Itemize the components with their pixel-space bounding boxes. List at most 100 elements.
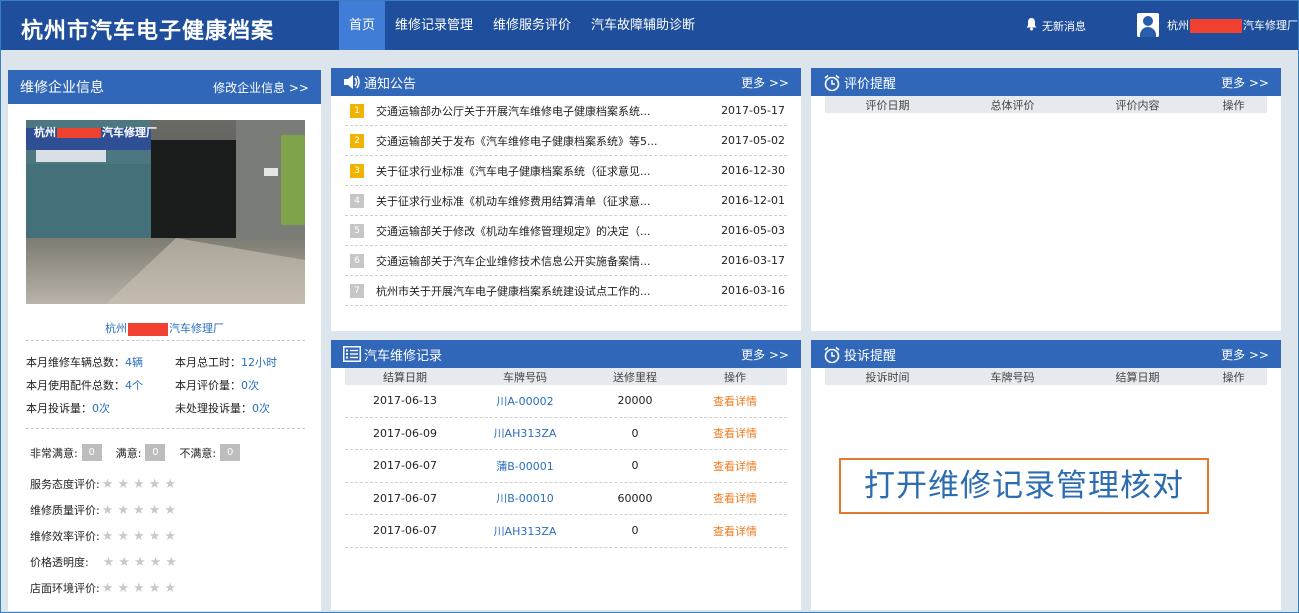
list-icon [343,346,361,362]
star-icon: ★ [148,476,161,492]
star-rating: ★ ★ ★ ★ ★ [102,529,176,544]
star-rating: ★ ★ ★ ★ ★ [103,555,177,570]
stat-monthly-hours: 本月总工时：12小时 [175,356,277,369]
star-icon: ★ [133,502,145,518]
user-avatar-icon [1137,13,1159,37]
complaint-title: 投诉提醒 [844,348,897,364]
company-panel-title: 维修企业信息 [20,80,104,96]
view-detail-link[interactable]: 查看详情 [685,490,785,506]
notice-rank-badge: 3 [350,163,364,178]
table-row: 2017-06-07 蒲B-00001 0 查看详情 [345,450,787,483]
notice-date: 2016-03-16 [721,284,785,297]
star-icon: ★ [164,528,176,544]
notice-rank-badge: 5 [350,223,364,238]
review-panel-header: 评价提醒 更多 >> [811,68,1281,96]
main-content: 维修企业信息 修改企业信息 >> 杭州 汽车修理厂 杭州 汽车修理厂 本月维修车… [1,50,1298,612]
annotation-callout: 打开维修记录管理核对 [839,458,1209,514]
star-icon: ★ [101,476,114,492]
redaction-mark [57,128,101,138]
rating-price-transparency: 价格透明度: ★ ★ ★ ★ ★ [30,554,177,570]
rating-repair-efficiency: 维修效率评价: ★ ★ ★ ★ ★ [30,528,176,544]
notice-list: 1 交通运输部办公厅关于开展汽车维修电子健康档案系统... 2017-05-17 2… [345,96,787,306]
company-name: 杭州 汽车修理厂 [105,322,224,336]
repair-panel-header: 汽车维修记录 更多 >> [331,340,801,368]
stat-monthly-complaints: 本月投诉量：0次 [26,402,110,415]
complaint-panel-header: 投诉提醒 更多 >> [811,340,1281,368]
star-icon: ★ [133,528,145,544]
notice-item[interactable]: 4 关于征求行业标准《机动车维修费用结算清单（征求意... 2016-12-01 [345,186,787,216]
notice-panel-header: 通知公告 更多 >> [331,68,801,96]
view-detail-link[interactable]: 查看详情 [685,523,785,539]
stat-pending-complaints: 未处理投诉量：0次 [175,402,270,415]
unsatisfied-count: 0 [220,444,241,461]
redaction-mark [128,322,168,336]
notice-item[interactable]: 5 交通运输部关于修改《机动车维修管理规定》的决定（... 2016-05-03 [345,216,787,246]
complaint-table-header: 投诉时间 车牌号码 结算日期 操作 [825,368,1267,385]
nav-repair-records[interactable]: 维修记录管理 [385,1,483,50]
nav-fault-diagnosis[interactable]: 汽车故障辅助诊断 [581,1,705,50]
notice-rank-badge: 2 [350,133,364,148]
star-icon: ★ [148,580,161,596]
rating-service-attitude: 服务态度评价: ★ ★ ★ ★ ★ [30,476,176,492]
notice-date: 2016-03-17 [721,254,785,267]
notice-text: 关于征求行业标准《汽车电子健康档案系统（征求意见... [376,164,651,178]
notice-panel: 通知公告 更多 >> 1 交通运输部办公厅关于开展汽车维修电子健康档案系统... 2… [331,68,801,331]
view-detail-link[interactable]: 查看详情 [685,425,785,441]
notice-text: 交通运输部关于汽车企业维修技术信息公开实施备案情... [376,254,651,268]
notice-item[interactable]: 3 关于征求行业标准《汽车电子健康档案系统（征求意见... 2016-12-30 [345,156,787,186]
user-menu[interactable]: 杭州 汽车修理厂 [1137,13,1298,37]
bell-icon [1025,17,1038,34]
notice-text: 交通运输部关于发布《汽车维修电子健康档案系统》等5... [376,134,658,148]
table-row: 2017-06-07 川B-00010 60000 查看详情 [345,483,787,515]
alarm-clock-icon [823,74,840,92]
notice-rank-badge: 7 [350,283,364,298]
star-icon: ★ [164,502,176,518]
view-detail-link[interactable]: 查看详情 [685,458,785,474]
notice-text: 交通运输部办公厅关于开展汽车维修电子健康档案系统... [376,104,651,118]
star-icon: ★ [117,476,130,492]
notice-text: 关于征求行业标准《机动车维修费用结算清单（征求意... [376,194,651,208]
notice-item[interactable]: 7 杭州市关于开展汽车电子健康档案系统建设试点工作的... 2016-03-16 [345,276,787,306]
star-rating: ★ ★ ★ ★ ★ [102,581,176,596]
star-icon: ★ [148,502,161,518]
star-rating: ★ ★ ★ ★ ★ [102,477,176,492]
notice-date: 2016-12-30 [721,164,785,177]
repair-records-panel: 汽车维修记录 更多 >> 结算日期 车牌号码 送修里程 操作 2017-06-1… [331,340,801,610]
notice-rank-badge: 4 [350,193,364,208]
notice-date: 2016-05-03 [721,224,785,237]
star-icon: ★ [118,554,131,570]
star-icon: ★ [165,554,177,570]
view-detail-link[interactable]: 查看详情 [685,393,785,409]
star-icon: ★ [101,528,114,544]
nav-service-review[interactable]: 维修服务评价 [483,1,581,50]
notice-date: 2017-05-17 [721,104,785,117]
notice-item[interactable]: 1 交通运输部办公厅关于开展汽车维修电子健康档案系统... 2017-05-17 [345,96,787,126]
satisfied-count: 0 [145,444,166,461]
star-icon: ★ [133,580,145,596]
stat-monthly-vehicles: 本月维修车辆总数：4辆 [26,356,143,369]
top-navbar: 杭州市汽车电子健康档案 首页 维修记录管理 维修服务评价 汽车故障辅助诊断 无新… [1,1,1298,50]
notice-more-link[interactable]: 更多 >> [741,74,789,91]
redaction-mark [1190,19,1242,33]
star-icon: ★ [117,528,130,544]
main-nav: 首页 维修记录管理 维修服务评价 汽车故障辅助诊断 [339,1,705,50]
notice-item[interactable]: 6 交通运输部关于汽车企业维修技术信息公开实施备案情... 2016-03-17 [345,246,787,276]
notice-text: 交通运输部关于修改《机动车维修管理规定》的决定（... [376,224,651,238]
review-reminder-panel: 评价提醒 更多 >> 评价日期 总体评价 评价内容 操作 [811,68,1281,331]
complaint-more-link[interactable]: 更多 >> [1221,346,1269,363]
rating-repair-quality: 维修质量评价: ★ ★ ★ ★ ★ [30,502,176,518]
notice-item[interactable]: 2 交通运输部关于发布《汽车维修电子健康档案系统》等5... 2017-05-02 [345,126,787,156]
repair-more-link[interactable]: 更多 >> [741,346,789,363]
review-more-link[interactable]: 更多 >> [1221,74,1269,91]
shop-sign-text: 杭州 汽车修理厂 [34,126,157,139]
star-icon: ★ [101,502,114,518]
star-icon: ★ [133,476,145,492]
notice-rank-badge: 6 [350,253,364,268]
edit-company-link[interactable]: 修改企业信息 >> [213,79,309,96]
very-satisfied-count: 0 [81,444,102,461]
stat-monthly-parts: 本月使用配件总数：4个 [26,379,143,392]
messages-label: 无新消息 [1042,19,1086,33]
repair-table-header: 结算日期 车牌号码 送修里程 操作 [345,368,787,385]
messages-link[interactable]: 无新消息 [1025,17,1086,34]
nav-home[interactable]: 首页 [339,1,386,50]
